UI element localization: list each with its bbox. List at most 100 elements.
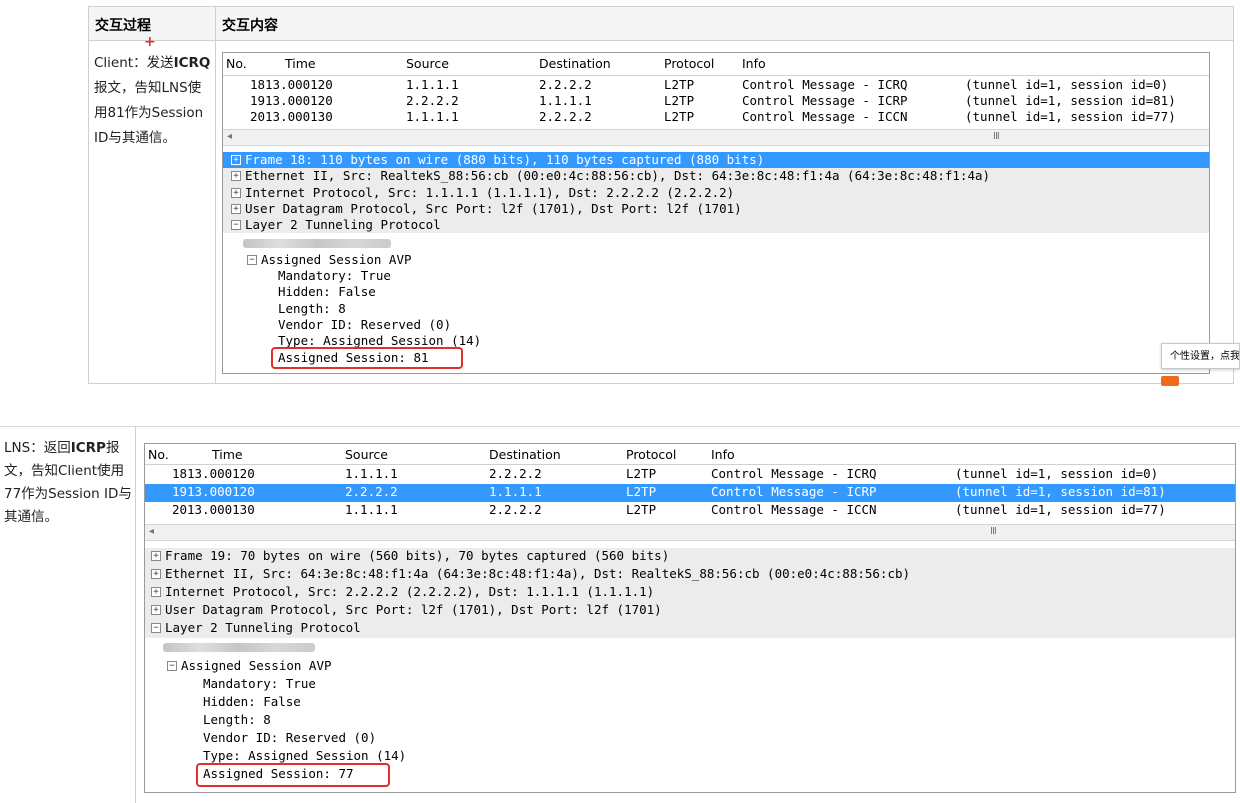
avp-field-label: Length: 8 <box>278 300 346 316</box>
tree-node[interactable]: − Layer 2 Tunneling Protocol <box>145 620 1235 638</box>
col-header-time[interactable]: Time <box>212 447 243 462</box>
collapse-icon[interactable]: − <box>151 623 161 633</box>
tree-node[interactable]: − Layer 2 Tunneling Protocol <box>223 217 1209 234</box>
tree-node[interactable]: + User Datagram Protocol, Src Port: l2f (… <box>223 200 1209 218</box>
tree-node[interactable]: + Ethernet II, Src: RealtekS_88:56:cb (00… <box>223 168 1209 185</box>
tree-node-label: Ethernet II, Src: 64:3e:8c:48:f1:4a (64:… <box>165 566 911 581</box>
packet-row[interactable]: 19 13.000120 2.2.2.2 1.1.1.1 L2TP Control Mes… <box>223 93 1209 109</box>
avp-node[interactable]: − Assigned Session AVP <box>223 252 1209 268</box>
avp-label: Assigned Session AVP <box>181 658 332 673</box>
scroll-thumb[interactable]: III <box>990 526 997 537</box>
tree-node[interactable]: + User Datagram Protocol, Src Port: l2f (… <box>145 602 1235 620</box>
collapse-icon[interactable]: − <box>231 220 241 231</box>
expand-icon[interactable]: + <box>151 551 161 561</box>
expand-icon[interactable]: + <box>231 155 241 165</box>
packet-time: 13.000130 <box>187 502 255 517</box>
highlight-box <box>271 346 463 369</box>
tree-node[interactable]: + Ethernet II, Src: 64:3e:8c:48:f1:4a (64… <box>145 566 1235 584</box>
scroll-left-arrow-icon[interactable]: ◂ <box>149 526 154 537</box>
expand-icon[interactable]: + <box>231 187 241 198</box>
horizontal-scrollbar[interactable]: ◂ III <box>145 524 1235 541</box>
packet-source: 1.1.1.1 <box>406 77 459 92</box>
tree-node[interactable]: + Internet Protocol, Src: 2.2.2.2 (2.2.2.… <box>145 584 1235 602</box>
avp-field-label: Length: 8 <box>203 712 271 727</box>
collapse-icon[interactable]: − <box>167 661 177 671</box>
packet-info: Control Message - ICRP <box>711 484 877 499</box>
col-header-no[interactable]: No. <box>226 56 247 71</box>
scroll-left-arrow-icon[interactable]: ◂ <box>227 131 232 142</box>
packet-info: Control Message - ICCN <box>711 502 877 517</box>
expand-icon[interactable]: + <box>151 569 161 579</box>
col-header-destination[interactable]: Destination <box>489 447 561 462</box>
avp-field-label: Vendor ID: Reserved (0) <box>278 317 452 332</box>
packet-protocol: L2TP <box>626 466 657 481</box>
expand-icon[interactable]: + <box>151 587 161 597</box>
packet-list-header: No. Time Source Destination Protocol Info <box>145 444 1235 465</box>
avp-field[interactable]: Type: Assigned Session (14) <box>145 748 1235 764</box>
blurred-control-message <box>163 643 315 652</box>
packet-protocol: L2TP <box>664 93 695 108</box>
packet-destination: 2.2.2.2 <box>489 466 542 481</box>
col-header-destination[interactable]: Destination <box>539 56 611 71</box>
packet-source: 1.1.1.1 <box>406 109 459 124</box>
col-header-source[interactable]: Source <box>345 447 388 462</box>
expand-icon[interactable]: + <box>151 605 161 615</box>
avp-field[interactable]: Hidden: False <box>145 694 1235 710</box>
col-header-info[interactable]: Info <box>742 56 766 71</box>
packet-row[interactable]: 19 13.000120 2.2.2.2 1.1.1.1 L2TP Control Mes… <box>145 484 1235 502</box>
step1-description: Client：发送ICRQ报文，告知LNS使用81作为Session ID与其通… <box>94 55 211 146</box>
avp-label: Assigned Session AVP <box>261 251 412 267</box>
packet-row[interactable]: 20 13.000130 1.1.1.1 2.2.2.2 L2TP Control Mes… <box>145 502 1235 520</box>
tree-node[interactable]: + Frame 18: 110 bytes on wire (880 bits),… <box>223 152 1209 169</box>
packet-destination: 2.2.2.2 <box>489 502 542 517</box>
horizontal-scrollbar[interactable]: ◂ III <box>223 129 1209 146</box>
packet-info: Control Message - ICRQ <box>711 466 877 481</box>
toolbar-logo-icon[interactable] <box>1161 376 1179 386</box>
tree-node[interactable]: + Frame 19: 70 bytes on wire (560 bits), … <box>145 548 1235 566</box>
col-header-protocol[interactable]: Protocol <box>664 56 714 71</box>
avp-field[interactable]: Length: 8 <box>223 301 1209 317</box>
col-header-time[interactable]: Time <box>285 56 316 71</box>
avp-field[interactable]: Vendor ID: Reserved (0) <box>145 730 1235 746</box>
blurred-control-message <box>243 238 391 248</box>
packet-time: 13.000120 <box>265 77 333 92</box>
col-header-source[interactable]: Source <box>406 56 449 71</box>
avp-field[interactable]: Mandatory: True <box>145 676 1235 692</box>
packet-info: Control Message - ICCN <box>742 109 908 124</box>
avp-node[interactable]: − Assigned Session AVP <box>145 658 1235 674</box>
highlight-box <box>196 763 390 787</box>
packet-row[interactable]: 18 13.000120 1.1.1.1 2.2.2.2 L2TP Control Mes… <box>145 466 1235 484</box>
packet-destination: 1.1.1.1 <box>539 93 592 108</box>
packet-list-header: No. Time Source Destination Protocol Info <box>223 53 1209 76</box>
tree-node-label: Layer 2 Tunneling Protocol <box>245 217 441 233</box>
packet-time: 13.000120 <box>265 93 333 108</box>
avp-field[interactable]: Mandatory: True <box>223 268 1209 284</box>
packet-time: 13.000120 <box>187 484 255 499</box>
packet-protocol: L2TP <box>664 109 695 124</box>
packet-no: 18 <box>172 466 188 481</box>
avp-field[interactable]: Vendor ID: Reserved (0) <box>223 317 1209 333</box>
collapse-icon[interactable]: − <box>247 254 257 265</box>
expand-icon[interactable]: + <box>231 203 241 214</box>
avp-field-label: Mandatory: True <box>278 268 391 284</box>
packet-extra: (tunnel id=1, session id=77) <box>965 109 1176 124</box>
packet-extra: (tunnel id=1, session id=81) <box>955 484 1166 499</box>
avp-field[interactable]: Length: 8 <box>145 712 1235 728</box>
scroll-thumb[interactable]: III <box>993 131 1000 142</box>
packet-source: 1.1.1.1 <box>345 466 398 481</box>
packet-no: 18 <box>250 77 266 92</box>
tree-node-label: Frame 18: 110 bytes on wire (880 bits), … <box>245 152 765 167</box>
packet-row[interactable]: 18 13.000120 1.1.1.1 2.2.2.2 L2TP Control Mes… <box>223 77 1209 93</box>
packet-row[interactable]: 20 13.000130 1.1.1.1 2.2.2.2 L2TP Control Mes… <box>223 109 1209 125</box>
tree-node[interactable]: + Internet Protocol, Src: 1.1.1.1 (1.1.1.… <box>223 184 1209 201</box>
col-header-no[interactable]: No. <box>148 447 169 462</box>
personalize-tooltip[interactable]: 个性设置，点我 <box>1161 343 1240 369</box>
col-process-header: 交互过程 <box>95 18 151 34</box>
expand-icon[interactable]: + <box>231 171 241 182</box>
tree-node-label: User Datagram Protocol, Src Port: l2f (1… <box>245 200 742 216</box>
packet-destination: 2.2.2.2 <box>539 109 592 124</box>
avp-field-label: Vendor ID: Reserved (0) <box>203 730 377 745</box>
col-header-protocol[interactable]: Protocol <box>626 447 676 462</box>
col-header-info[interactable]: Info <box>711 447 735 462</box>
avp-field[interactable]: Hidden: False <box>223 284 1209 300</box>
